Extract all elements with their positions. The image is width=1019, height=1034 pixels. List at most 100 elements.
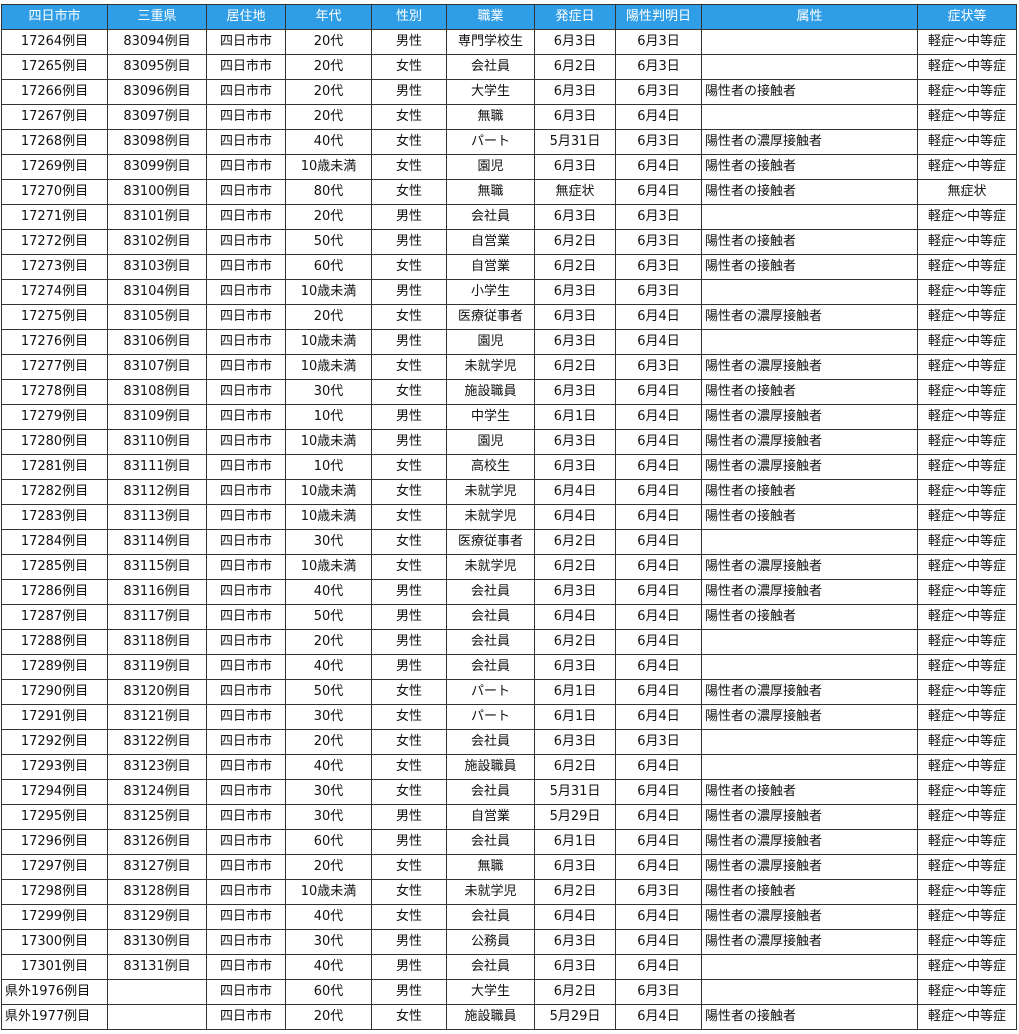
cell-yokkaichi-no: 17280例目 [1,429,108,455]
cell-mie-no: 83099例目 [107,154,207,180]
cell-positive-date: 6月4日 [615,554,702,580]
cell-mie-no: 83131例目 [107,954,207,980]
cell-yokkaichi-no: 17283例目 [1,504,108,530]
cell-positive-date: 6月4日 [615,1004,702,1030]
cell-mie-no: 83098例目 [107,129,207,155]
cell-attribute: 陽性者の接触者 [701,379,918,405]
header-sex: 性別 [371,4,447,30]
cell-occupation: 会社員 [446,654,535,680]
cell-onset-date: 6月3日 [534,854,616,880]
cell-age: 10歳未満 [285,479,372,505]
cell-yokkaichi-no: 17286例目 [1,579,108,605]
cell-occupation: 園児 [446,329,535,355]
cell-residence: 四日市市 [206,854,286,880]
cell-age: 20代 [285,104,372,130]
cell-occupation: 高校生 [446,454,535,480]
cell-occupation: 未就学児 [446,554,535,580]
cell-occupation: 無職 [446,179,535,205]
cell-age: 20代 [285,729,372,755]
cell-yokkaichi-no: 17300例目 [1,929,108,955]
cell-onset-date: 6月2日 [534,554,616,580]
cell-yokkaichi-no: 17269例目 [1,154,108,180]
cell-symptoms: 軽症～中等症 [917,929,1017,955]
cell-mie-no: 83100例目 [107,179,207,205]
cell-symptoms: 軽症～中等症 [917,754,1017,780]
cell-age: 20代 [285,854,372,880]
cell-residence: 四日市市 [206,879,286,905]
cell-onset-date: 6月4日 [534,604,616,630]
table-row: 17279例目 83109例目 四日市市 10代 男性 中学生 6月1日 6月4日 陽性者の濃厚… [1,404,1017,430]
cell-yokkaichi-no: 17279例目 [1,404,108,430]
cell-positive-date: 6月4日 [615,529,702,555]
cell-positive-date: 6月3日 [615,279,702,305]
cell-sex: 女性 [371,879,447,905]
cell-age: 30代 [285,704,372,730]
cell-residence: 四日市市 [206,804,286,830]
table-row: 17289例目 83119例目 四日市市 40代 男性 会社員 6月3日 6月4日 軽症～中等症 [1,654,1017,680]
cell-mie-no: 83101例目 [107,204,207,230]
cell-residence: 四日市市 [206,754,286,780]
cell-onset-date: 6月3日 [534,729,616,755]
cell-onset-date: 6月3日 [534,279,616,305]
cell-sex: 女性 [371,379,447,405]
cell-occupation: 専門学校生 [446,29,535,55]
cell-mie-no: 83110例目 [107,429,207,455]
cell-mie-no: 83125例目 [107,804,207,830]
table-row: 17284例目 83114例目 四日市市 30代 女性 医療従事者 6月2日 6月4日 軽症～中… [1,529,1017,555]
cell-occupation: 会社員 [446,779,535,805]
cell-age: 20代 [285,204,372,230]
cell-age: 40代 [285,954,372,980]
cell-occupation: 会社員 [446,579,535,605]
cell-yokkaichi-no: 17276例目 [1,329,108,355]
cell-age: 30代 [285,804,372,830]
cell-mie-no: 83128例目 [107,879,207,905]
header-attribute: 属性 [701,4,918,30]
cell-attribute [701,729,918,755]
cell-age: 40代 [285,654,372,680]
cell-sex: 男性 [371,929,447,955]
cell-positive-date: 6月4日 [615,704,702,730]
cell-residence: 四日市市 [206,129,286,155]
cell-occupation: 会社員 [446,629,535,655]
cell-mie-no: 83114例目 [107,529,207,555]
cell-attribute [701,104,918,130]
cell-yokkaichi-no: 17266例目 [1,79,108,105]
cell-yokkaichi-no: 17271例目 [1,204,108,230]
table-row: 17300例目 83130例目 四日市市 30代 男性 公務員 6月3日 6月4日 陽性者の濃厚… [1,929,1017,955]
cell-yokkaichi-no: 17290例目 [1,679,108,705]
cell-positive-date: 6月3日 [615,979,702,1005]
cell-symptoms: 軽症～中等症 [917,204,1017,230]
cell-sex: 女性 [371,1004,447,1030]
table-row: 17294例目 83124例目 四日市市 30代 女性 会社員 5月31日 6月4日 陽性者の接… [1,779,1017,805]
cell-yokkaichi-no: 17268例目 [1,129,108,155]
cell-positive-date: 6月4日 [615,379,702,405]
cell-symptoms: 軽症～中等症 [917,54,1017,80]
cell-onset-date: 6月3日 [534,654,616,680]
cell-onset-date: 6月2日 [534,354,616,380]
cell-residence: 四日市市 [206,304,286,330]
table-row: 17288例目 83118例目 四日市市 20代 男性 会社員 6月2日 6月4日 軽症～中等症 [1,629,1017,655]
cell-symptoms: 軽症～中等症 [917,404,1017,430]
cell-yokkaichi-no: 17267例目 [1,104,108,130]
cell-yokkaichi-no: 17285例目 [1,554,108,580]
cell-positive-date: 6月4日 [615,929,702,955]
cell-mie-no: 83124例目 [107,779,207,805]
cell-positive-date: 6月4日 [615,604,702,630]
cell-symptoms: 軽症～中等症 [917,29,1017,55]
cell-onset-date: 6月2日 [534,979,616,1005]
table-row: 県外1976例目 四日市市 60代 男性 大学生 6月2日 6月3日 軽症～中等症 [1,979,1017,1005]
cell-attribute: 陽性者の濃厚接触者 [701,354,918,380]
cell-residence: 四日市市 [206,904,286,930]
cell-symptoms: 軽症～中等症 [917,504,1017,530]
cell-residence: 四日市市 [206,704,286,730]
cell-occupation: 自営業 [446,254,535,280]
table-row: 17266例目 83096例目 四日市市 20代 男性 大学生 6月3日 6月3日 陽性者の接触… [1,79,1017,105]
cell-sex: 女性 [371,479,447,505]
cell-onset-date: 6月3日 [534,154,616,180]
cell-residence: 四日市市 [206,29,286,55]
cell-yokkaichi-no: 17284例目 [1,529,108,555]
cell-mie-no: 83107例目 [107,354,207,380]
cell-positive-date: 6月3日 [615,129,702,155]
cell-residence: 四日市市 [206,179,286,205]
cell-sex: 男性 [371,204,447,230]
